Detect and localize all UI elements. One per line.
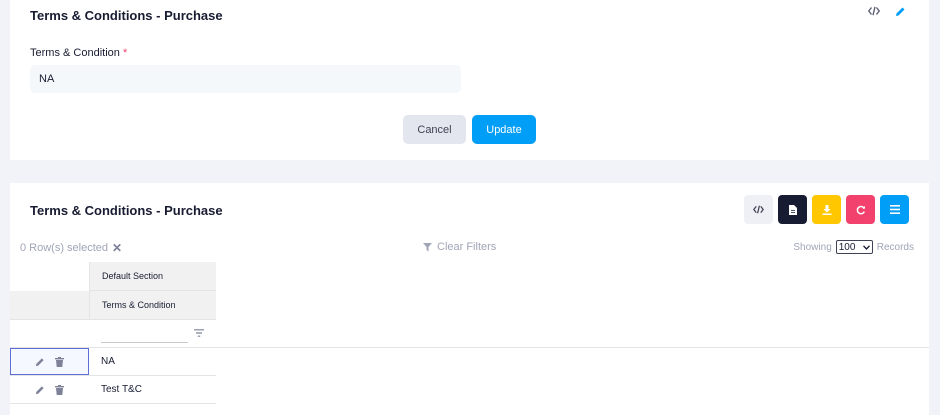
edit-icon[interactable] [35,357,45,367]
page-size-control: Showing 100 Records [793,240,914,254]
group-header-spacer [10,262,89,291]
code-icon [753,205,764,214]
row-actions [10,348,89,375]
column-menu-button[interactable] [880,195,909,224]
column-header-terms[interactable]: Terms & Condition [89,291,216,320]
refresh-button[interactable] [846,195,875,224]
download-button[interactable] [812,195,841,224]
edit-icon[interactable] [35,385,45,395]
export-document-button[interactable] [778,195,807,224]
list-toolbar [744,195,909,224]
column-header-row: Terms & Condition [10,291,216,320]
terms-field-label-text: Terms & Condition [30,47,120,59]
terms-cell: Test T&C [101,384,142,395]
filter-row [10,320,929,348]
filter-row-spacer [10,320,89,347]
download-icon [822,204,831,215]
filter-menu-icon[interactable] [194,329,204,337]
selected-rows-text: 0 Row(s) selected [20,242,109,254]
chevron-down-icon [862,244,870,250]
clear-filters-button[interactable]: Clear Filters [423,241,496,253]
terms-field-label: Terms & Condition * [30,47,127,59]
table-row[interactable]: Test T&C [10,376,216,404]
table-row[interactable]: NA [10,348,216,376]
document-icon [788,204,797,215]
row-actions [10,376,89,403]
form-header-actions [867,4,907,18]
form-title: Terms & Conditions - Purchase [30,8,223,23]
selected-rows-status: 0 Row(s) selected ✕ [20,241,122,255]
clear-filters-label: Clear Filters [437,241,497,253]
column-filter-cell [89,320,216,347]
column-filter-input[interactable] [101,342,188,343]
update-button[interactable]: Update [472,115,536,144]
pencil-icon[interactable] [893,4,907,18]
terms-input[interactable]: NA [30,65,461,93]
filter-icon [423,242,432,251]
refresh-icon [856,205,865,214]
group-header-cell: Default Section [89,262,216,291]
showing-label: Showing [793,241,832,253]
action-column-header [10,291,89,320]
page-size-value: 100 [838,241,856,253]
required-mark: * [122,47,128,59]
trash-icon[interactable] [55,384,64,395]
trash-icon[interactable] [55,356,64,367]
group-header-row: Default Section [10,262,216,291]
code-icon[interactable] [867,4,881,18]
page-size-select[interactable]: 100 [835,240,873,254]
list-title: Terms & Conditions - Purchase [30,203,223,218]
records-label: Records [876,241,914,253]
cancel-button[interactable]: Cancel [403,115,466,144]
clear-selection-icon[interactable]: ✕ [112,241,122,255]
list-card: Terms & Conditions - Purchase 0 Row(s) s… [10,183,929,415]
menu-icon [889,205,900,214]
code-view-button[interactable] [744,195,773,224]
terms-cell: NA [101,356,115,367]
edit-form-card: Terms & Conditions - Purchase Terms & Co… [10,0,929,160]
